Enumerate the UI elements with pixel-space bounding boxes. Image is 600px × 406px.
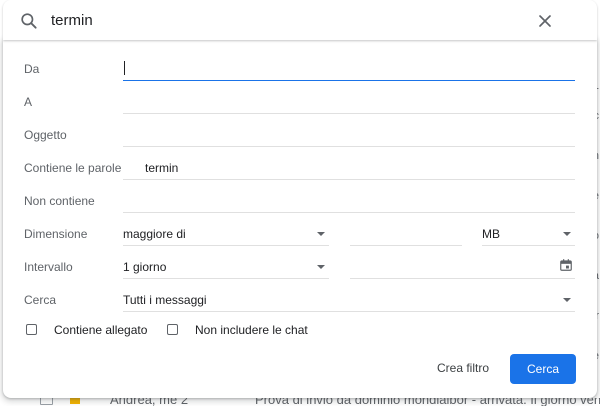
size-label: Dimensione [24,227,88,241]
from-label: Da [24,62,40,76]
to-label: A [24,95,33,109]
size-unit-select[interactable]: MB [482,221,575,246]
exclude-chats-checkbox[interactable]: Non includere le chat [167,322,317,340]
subject-label: Oggetto [24,128,67,142]
row-size: Dimensione maggiore di MB [3,217,597,250]
checkbox-icon[interactable] [26,324,37,335]
chevron-down-icon [563,232,571,236]
date-within-value: 1 giorno [123,260,167,274]
row-has-words: Contiene le parole termin [3,151,597,184]
size-operator-select[interactable]: maggiore di [123,221,329,246]
not-has-field[interactable] [123,188,575,213]
bg-row-checkbox [40,398,53,405]
has-words-field[interactable]: termin [123,155,575,180]
row-not-has: Non contiene [3,184,597,217]
not-has-label: Non contiene [24,194,95,208]
search-icon[interactable] [19,11,39,31]
row-from: Da [3,52,597,85]
search-in-value: Tutti i messaggi [123,293,207,307]
search-in-label: Cerca [24,293,57,307]
subject-field[interactable] [123,122,575,147]
search-bar[interactable]: termin [3,0,597,40]
row-search-in: Cerca Tutti i messaggi [3,283,597,316]
date-field[interactable] [350,254,575,279]
close-icon[interactable] [535,11,555,31]
has-words-label: Contiene le parole [24,161,122,175]
row-to: A [3,85,597,118]
search-button[interactable]: Cerca [510,354,576,384]
date-within-label: Intervallo [24,260,73,274]
bg-row-sender: Andrea, me 2 [110,398,189,406]
size-operator-value: maggiore di [123,227,186,241]
create-filter-button[interactable]: Crea filtro [423,354,503,382]
from-field[interactable] [123,56,575,81]
advanced-search-panel: Da A Oggetto Contiene le parole termin N… [3,40,597,398]
date-within-select[interactable]: 1 giorno [123,254,329,279]
checkbox-row: Contiene allegato Non includere le chat [3,320,597,342]
background-email-row: Andrea, me 2 Prova di invio da dominio m… [0,398,600,406]
size-unit-value: MB [482,227,500,241]
checkbox-icon[interactable] [167,324,178,335]
bg-row-label-icon [70,398,80,404]
size-value-field[interactable] [350,221,462,246]
chevron-down-icon [563,298,571,302]
chevron-down-icon [317,232,325,236]
has-words-value: termin [145,161,179,175]
has-attachment-label: Contiene allegato [54,323,148,337]
search-in-select[interactable]: Tutti i messaggi [123,287,575,312]
calendar-icon[interactable] [559,258,573,272]
exclude-chats-label: Non includere le chat [195,323,308,337]
bg-row-snippet: Prova di invio da dominio mondialbor - a… [255,398,600,406]
text-cursor [124,61,125,75]
row-date-within: Intervallo 1 giorno [3,250,597,283]
row-subject: Oggetto [3,118,597,151]
chevron-down-icon [317,265,325,269]
to-field[interactable] [123,89,575,114]
has-attachment-checkbox[interactable]: Contiene allegato [26,322,156,340]
search-query[interactable]: termin [51,12,93,29]
